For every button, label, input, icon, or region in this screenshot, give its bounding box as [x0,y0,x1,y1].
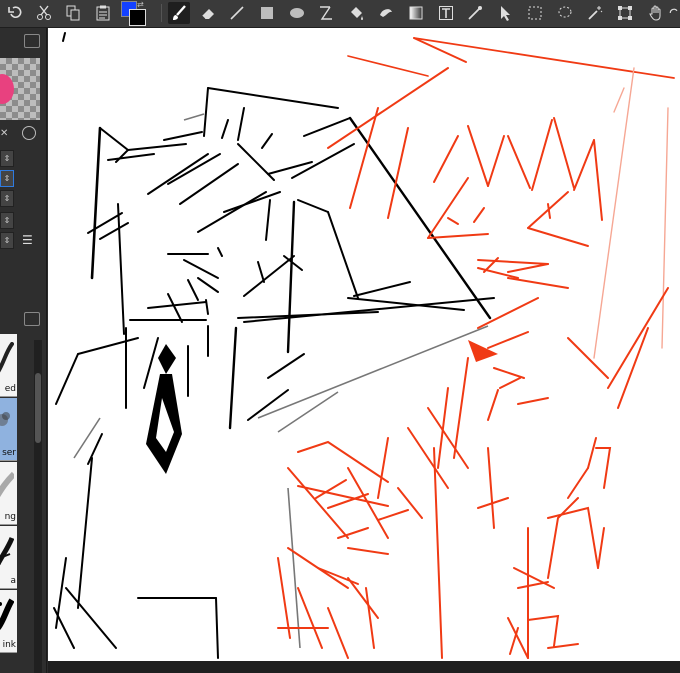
rectangle-icon[interactable] [256,2,278,24]
eyedropper-icon[interactable] [464,2,486,24]
brush-tile[interactable]: ng [0,462,17,525]
stepper-4[interactable]: ⇕ [0,212,14,229]
canvas-horizontal-scrollbar[interactable] [48,661,680,673]
artwork [53,32,675,659]
brush-label: ser [2,448,16,458]
curve-icon[interactable] [315,2,337,24]
brush-tile[interactable]: a [0,526,17,589]
rect-select-icon[interactable] [524,2,546,24]
magic-wand-icon[interactable] [584,2,606,24]
transform-icon[interactable] [614,2,636,24]
brush-tile[interactable]: ink [0,590,17,653]
brush-tile[interactable]: ser [0,398,17,461]
panel-menu-icon[interactable] [24,34,40,48]
red-triangle [468,340,498,362]
rotate-icon[interactable] [668,2,680,24]
brush-icon[interactable] [168,2,190,24]
bucket-icon[interactable] [345,2,367,24]
line-icon[interactable] [226,2,248,24]
stepper-3[interactable]: ⇕ [0,190,14,207]
stepper-5[interactable]: ⇕ [0,232,14,249]
black-sketch [53,32,495,659]
hand-icon[interactable] [645,2,667,24]
gradient-icon[interactable] [405,2,427,24]
brush-label: a [10,576,16,586]
blend-icon[interactable] [375,2,397,24]
cut-icon[interactable] [33,2,55,24]
copy-icon[interactable] [62,2,84,24]
brush-tile[interactable]: ed [0,334,17,397]
swap-colors-icon[interactable]: ⇄ [137,0,146,9]
lasso-icon[interactable] [554,2,576,24]
stepper-1[interactable]: ⇕ [0,150,14,167]
ellipse-icon[interactable] [286,2,308,24]
grey-sketch [73,113,489,649]
brush-panel-menu-icon[interactable] [24,312,40,326]
brush-label: ink [2,640,16,650]
drawing-canvas[interactable] [48,28,680,661]
color-preview[interactable] [0,58,40,120]
brush-label: ng [4,512,16,522]
background-color[interactable] [129,9,146,26]
stepper-2[interactable]: ⇕ [0,170,14,187]
eraser-icon[interactable] [197,2,219,24]
brush-scroll-thumb[interactable] [35,373,41,443]
list-menu-icon[interactable]: ☰ [22,234,38,248]
text-icon[interactable] [435,2,457,24]
undo-icon[interactable] [4,2,26,24]
brush-label: ed [4,384,16,394]
toolbar: ⇄ [0,0,680,28]
shuffle-icon[interactable]: ✕ [0,128,8,139]
opacity-icon[interactable] [22,126,36,140]
color-swatch[interactable] [0,74,14,104]
arrow-icon[interactable] [494,2,516,24]
paste-icon[interactable] [92,2,114,24]
left-panel: ✕ ⇕ ⇕ ⇕ ⇕ ⇕ ☰ ed ser ng a ink [0,28,47,673]
